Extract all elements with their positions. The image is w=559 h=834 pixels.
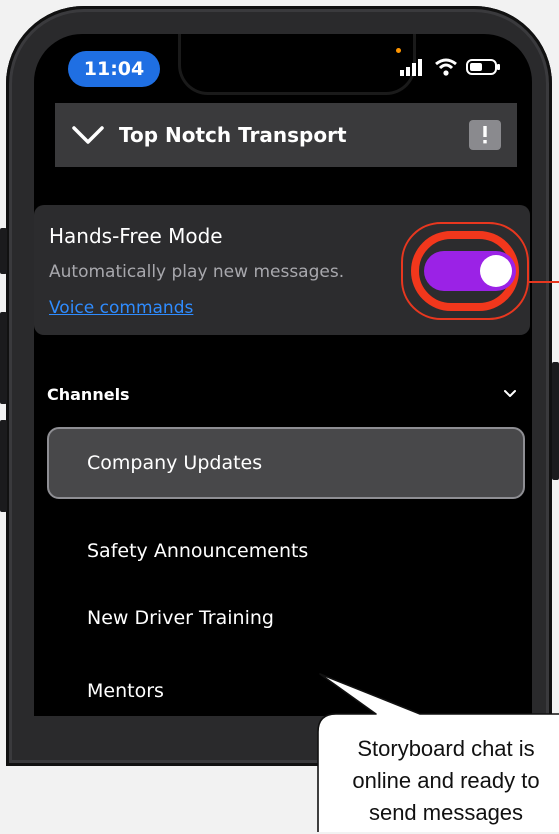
power-button (552, 362, 559, 480)
hands-free-title: Hands-Free Mode (49, 224, 223, 248)
annotation-pointer (529, 281, 559, 283)
channel-item-mentors[interactable]: Mentors (87, 680, 164, 702)
status-time: 11:04 (68, 51, 160, 87)
volume-down-button (0, 420, 7, 512)
report-button[interactable] (469, 120, 501, 150)
callout-text: Storyboard chat is online and ready to s… (330, 733, 559, 829)
dynamic-notch (178, 34, 416, 95)
alert-message-icon (483, 126, 487, 144)
channel-label[interactable]: Company Updates (87, 452, 262, 474)
status-icons (398, 54, 508, 80)
callout-line: Storyboard chat is (357, 736, 535, 761)
hands-free-toggle[interactable] (424, 251, 516, 291)
volume-up-button (0, 312, 7, 404)
callout-line: online and ready to (352, 768, 540, 793)
side-button (0, 228, 7, 274)
channels-heading: Channels (47, 385, 130, 404)
toggle-knob (480, 255, 512, 287)
callout-line: send messages (368, 800, 524, 825)
channels-collapse-icon[interactable] (502, 386, 518, 402)
chevron-down-icon[interactable] (71, 123, 105, 147)
channel-item-new-driver-training[interactable]: New Driver Training (87, 607, 274, 629)
channel-item-safety-announcements[interactable]: Safety Announcements (87, 540, 308, 562)
voice-commands-link[interactable]: Voice commands (49, 298, 193, 318)
battery-icon (466, 59, 500, 75)
privacy-indicator-icon (396, 48, 401, 53)
wifi-icon (435, 58, 457, 76)
workspace-header[interactable]: Top Notch Transport (55, 103, 517, 167)
hands-free-description: Automatically play new messages. (49, 262, 345, 282)
cellular-signal-icon (400, 59, 422, 76)
workspace-title: Top Notch Transport (119, 123, 347, 147)
